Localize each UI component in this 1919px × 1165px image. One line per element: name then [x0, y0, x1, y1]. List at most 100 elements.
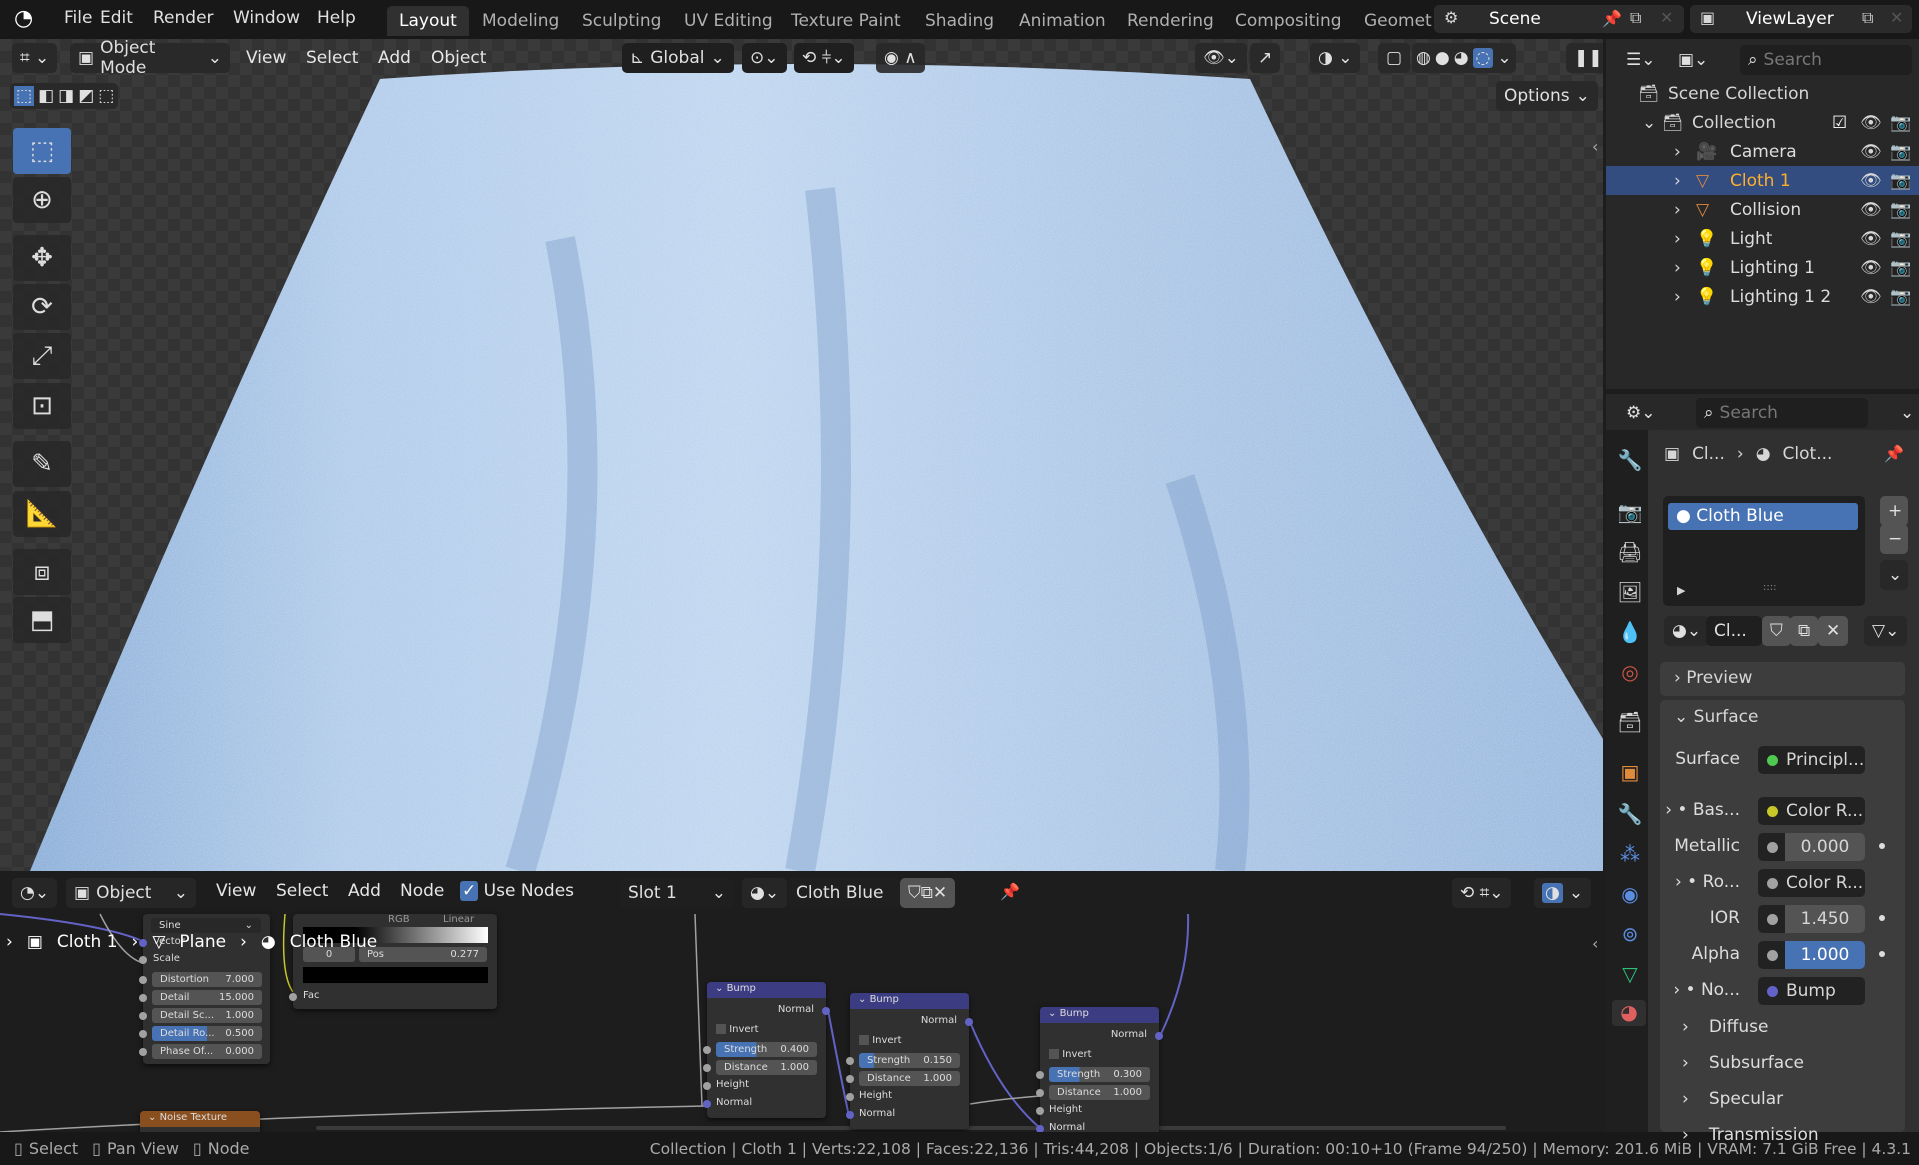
stop-position-field[interactable]: Pos 0.277 — [359, 947, 487, 962]
scale-tool[interactable]: ⤢ — [13, 333, 71, 379]
select-invert-icon[interactable]: ◩ — [78, 86, 94, 106]
pause-render-button[interactable]: ❚❚ — [1566, 43, 1603, 73]
menu-help[interactable]: Help — [317, 8, 356, 28]
material-browse-button[interactable]: ◕⌄ — [1664, 616, 1710, 646]
viewport-menu-object[interactable]: Object — [431, 48, 486, 68]
rendered-shading-icon[interactable]: ◌ — [1472, 48, 1494, 68]
eye-icon[interactable]: 👁 — [1860, 171, 1882, 191]
breadcrumb-mesh[interactable]: Plane — [179, 932, 226, 952]
socket-dot-icon[interactable] — [1767, 950, 1778, 961]
xray-toggle[interactable]: ▢ — [1378, 43, 1411, 73]
normal-input-socket[interactable] — [703, 1100, 711, 1108]
noise-field[interactable]: Detail Ro... 0.500 — [152, 1026, 262, 1041]
eye-icon[interactable]: 👁 — [1860, 229, 1882, 249]
noise-texture-node-2[interactable]: ⌄ Noise Texture — [140, 1111, 260, 1132]
chevron-right-icon[interactable]: › — [1674, 229, 1696, 249]
outliner-item[interactable]: › 🎥 Camera 👁 📷 — [1606, 137, 1919, 166]
eye-icon[interactable]: 👁 — [1860, 287, 1882, 307]
menu-file[interactable]: File — [64, 8, 92, 28]
scene-selector[interactable]: ⚙ Scene 📌 ⧉ ✕ — [1434, 5, 1684, 33]
select-subtract-icon[interactable]: ◨ — [58, 86, 74, 106]
chevron-right-icon[interactable]: › — [1673, 980, 1680, 1000]
node-menu-view[interactable]: View — [216, 881, 256, 901]
socket-dot-icon[interactable] — [1767, 986, 1778, 997]
outliner-search[interactable]: ⌕ Search — [1740, 45, 1912, 75]
view-layer-tab-icon[interactable]: 🖼 — [1617, 580, 1643, 606]
invert-checkbox[interactable]: Invert — [716, 1024, 759, 1035]
noise-field[interactable]: Detail 15.000 — [152, 990, 262, 1005]
bump-node[interactable]: ⌄ Bump Normal Invert Strength 0.300 Distance… — [1036, 1007, 1163, 1132]
3d-viewport[interactable]: ⌗ ⌄ ▣ Object Mode ⌄ ⊾ Global ⌄ ⊙⌄ ⟲ ⫩⌄ ◉ ∧ 👁… — [0, 39, 1603, 871]
input-socket[interactable] — [139, 994, 147, 1002]
new-scene-icon[interactable]: ⧉ — [1630, 8, 1641, 28]
bump-node[interactable]: ⌄ Bump Normal Invert Strength 0.400 Distance… — [703, 982, 830, 1118]
invert-checkbox[interactable]: Invert — [1049, 1049, 1092, 1060]
property-field[interactable]: 0.000 — [1758, 833, 1865, 861]
viewport-menu-select[interactable]: Select — [306, 48, 358, 68]
socket-dot-icon[interactable] — [1767, 842, 1778, 853]
keyframe-dot-icon[interactable] — [1879, 951, 1885, 957]
surface-panel-header[interactable]: ⌄ Surface — [1674, 707, 1758, 727]
material-slot-item[interactable]: ● Cloth Blue — [1668, 503, 1858, 530]
modifier-tab-icon[interactable]: 🔧 — [1617, 802, 1643, 828]
property-field[interactable]: Bump — [1758, 977, 1865, 1005]
workspace-tab-rendering[interactable]: Rendering — [1115, 6, 1226, 36]
properties-search[interactable]: ⌕ Search — [1696, 398, 1868, 428]
blender-logo-icon[interactable]: ◔ — [14, 6, 33, 31]
outliner-collection[interactable]: ⌄ 🗃 Collection ☑ 👁 📷 — [1606, 108, 1919, 137]
strength-field[interactable]: Strength 0.150 — [859, 1053, 960, 1068]
move-tool[interactable]: ✥ — [13, 235, 71, 281]
scale-socket[interactable] — [139, 956, 147, 964]
mode-selector[interactable]: ▣ Object Mode ⌄ — [70, 39, 230, 78]
tool-tab-icon[interactable]: 🔧 — [1617, 448, 1643, 474]
use-nodes-checkbox[interactable]: ✓ Use Nodes — [460, 881, 574, 901]
socket-dot-icon[interactable] — [1767, 755, 1778, 766]
subpanel-subsurface[interactable]: › Subsurface — [1682, 1053, 1804, 1073]
viewport-menu-view[interactable]: View — [246, 48, 286, 68]
socket-dot-icon[interactable] — [1767, 806, 1778, 817]
subpanel-diffuse[interactable]: › Diffuse — [1682, 1017, 1768, 1037]
strength-socket[interactable] — [846, 1057, 854, 1065]
interpolation-label[interactable]: Linear — [443, 914, 474, 925]
solid-shading-icon[interactable]: ● — [1435, 48, 1450, 68]
strength-field[interactable]: Strength 0.300 — [1049, 1067, 1150, 1082]
chevron-down-icon[interactable]: ⌄ — [1642, 113, 1662, 133]
unlink-material-button[interactable]: ✕ — [1818, 616, 1849, 646]
outliner-item[interactable]: › ▽ Collision 👁 📷 — [1606, 195, 1919, 224]
render-tab-icon[interactable]: 📷 — [1617, 500, 1643, 526]
bump-node[interactable]: ⌄ Bump Normal Invert Strength 0.150 Distance… — [846, 993, 973, 1129]
world-tab-icon[interactable]: ◎ — [1617, 660, 1643, 686]
camera-render-icon[interactable]: 📷 — [1890, 258, 1911, 278]
height-socket[interactable] — [703, 1082, 711, 1090]
overlay-toggle[interactable]: ◑ ⌄ — [1534, 878, 1592, 908]
keyframe-dot-icon[interactable] — [1879, 915, 1885, 921]
outliner-item[interactable]: › 💡 Lighting 1 👁 📷 — [1606, 253, 1919, 282]
fac-socket[interactable] — [289, 993, 297, 1001]
collapse-sidebar-icon[interactable]: ‹ — [1592, 137, 1598, 156]
transform-tool[interactable]: ⊡ — [13, 383, 71, 429]
distance-field[interactable]: Distance 1.000 — [1049, 1085, 1150, 1100]
input-socket[interactable] — [139, 1030, 147, 1038]
property-field[interactable]: Color R... — [1758, 869, 1865, 897]
camera-render-icon[interactable]: 📷 — [1890, 229, 1911, 249]
preview-panel-header[interactable]: › Preview — [1660, 662, 1905, 696]
delete-scene-icon[interactable]: ✕ — [1660, 8, 1673, 27]
socket-dot-icon[interactable] — [1767, 914, 1778, 925]
duplicate-material-button[interactable]: ⧉ — [1790, 616, 1819, 646]
distance-field[interactable]: Distance 1.000 — [859, 1071, 960, 1086]
color-mode-label[interactable]: RGB — [388, 914, 410, 925]
node-menu-add[interactable]: Add — [348, 881, 381, 901]
collection-tab-icon[interactable]: 🗃 — [1617, 710, 1643, 736]
height-socket[interactable] — [1036, 1107, 1044, 1115]
fake-user-button[interactable]: ⛉ — [1762, 616, 1791, 646]
add-object-tool[interactable]: ⬒ — [13, 597, 71, 643]
workspace-tab-modeling[interactable]: Modeling — [470, 6, 571, 36]
cursor-tool[interactable]: ⊕ — [13, 177, 71, 223]
chevron-right-icon[interactable]: › — [1674, 287, 1696, 307]
camera-render-icon[interactable]: 📷 — [1890, 142, 1911, 162]
physics-tab-icon[interactable]: ◉ — [1617, 882, 1643, 908]
object-tab-icon[interactable]: ▣ — [1617, 760, 1643, 786]
pin-icon[interactable]: 📌 — [1884, 444, 1904, 463]
height-socket[interactable] — [846, 1093, 854, 1101]
outliner-item[interactable]: › 💡 Lighting 1 2 👁 📷 — [1606, 282, 1919, 311]
